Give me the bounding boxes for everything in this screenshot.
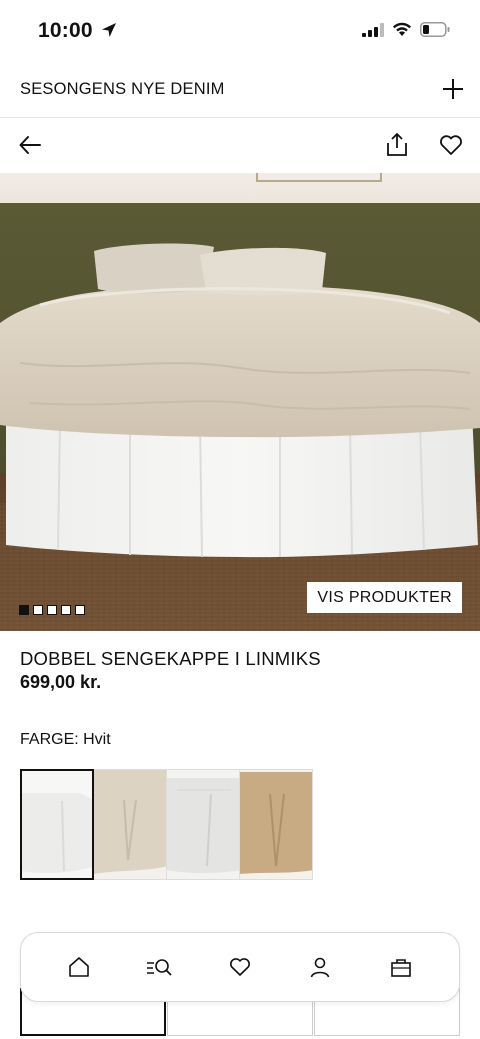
swatch-hvit[interactable] [20, 769, 94, 880]
product-image-carousel[interactable]: VIS PRODUKTER [0, 173, 480, 631]
heart-icon[interactable] [438, 132, 464, 158]
home-icon [69, 957, 89, 977]
color-swatches [20, 769, 313, 880]
swatch-image [240, 770, 312, 879]
promo-banner[interactable]: SESONGENS NYE DENIM [0, 62, 480, 118]
search-icon [146, 959, 172, 976]
color-label: FARGE: Hvit [20, 731, 111, 748]
back-arrow-icon[interactable] [16, 131, 44, 159]
product-nav-bar [0, 119, 480, 173]
carousel-dot[interactable] [19, 605, 29, 615]
status-indicators [362, 22, 450, 37]
tab-home[interactable] [65, 953, 93, 981]
view-products-button[interactable]: VIS PRODUKTER [307, 582, 462, 613]
promo-text: SESONGENS NYE DENIM [20, 80, 225, 98]
bag-icon [390, 959, 411, 977]
carousel-dot[interactable] [47, 605, 57, 615]
product-title: DOBBEL SENGEKAPPE I LINMIKS [20, 648, 321, 669]
carousel-dot[interactable] [61, 605, 71, 615]
swatch-image [167, 770, 239, 879]
tab-bag[interactable] [387, 953, 415, 981]
bottom-tab-bar [20, 932, 460, 1002]
swatch-image [94, 770, 166, 879]
swatch-beige[interactable] [93, 769, 167, 880]
tab-search[interactable] [146, 953, 174, 981]
carousel-dots [19, 605, 85, 615]
swatch-lysegraa[interactable] [166, 769, 240, 880]
status-time: 10:00 [38, 19, 93, 42]
carousel-dot[interactable] [33, 605, 43, 615]
tab-wishlist[interactable] [226, 953, 254, 981]
share-icon[interactable] [384, 131, 410, 159]
user-icon [311, 957, 330, 978]
product-price: 699,00 kr. [20, 672, 102, 692]
heart-icon [230, 958, 250, 976]
swatch-image [22, 771, 92, 878]
status-bar: 10:00 [0, 0, 480, 62]
signal-icon [362, 22, 384, 37]
battery-icon [420, 22, 450, 37]
location-arrow-icon [102, 23, 116, 37]
swatch-kamel[interactable] [239, 769, 313, 880]
plus-icon[interactable] [440, 76, 466, 102]
bed-photo [0, 173, 480, 631]
wifi-icon [393, 22, 411, 36]
carousel-dot[interactable] [75, 605, 85, 615]
tab-account[interactable] [306, 953, 334, 981]
